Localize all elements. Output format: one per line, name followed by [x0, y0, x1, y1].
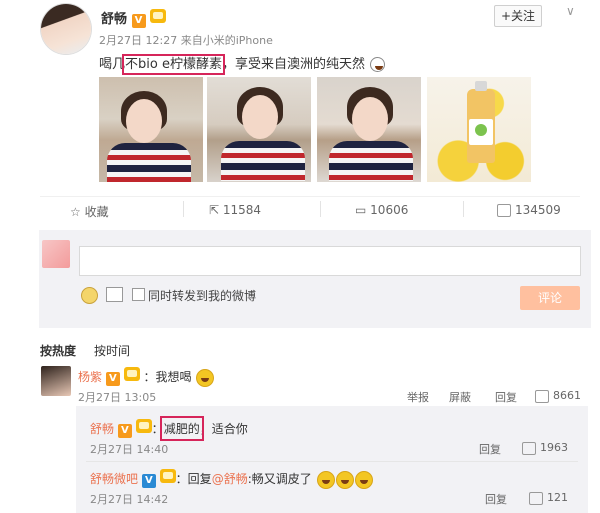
author-line: 舒畅 V [101, 8, 167, 28]
thumb-up-icon [535, 389, 549, 403]
post-text-end: ，享受来自澳洲的纯天然 [221, 57, 365, 72]
highlighted-product: 不bio e柠檬酵素 [122, 54, 225, 75]
post-time[interactable]: 2月27日 12:27 [99, 34, 177, 47]
reply-like[interactable]: 1963 [522, 441, 568, 455]
favorite-action[interactable]: ☆ 收藏 [70, 203, 109, 220]
repost-icon: ⇱ [209, 203, 220, 217]
reply-like-count: 121 [547, 491, 568, 504]
reply-like-count: 1963 [540, 441, 568, 454]
reply-divider [86, 461, 578, 462]
comment-like[interactable]: 8661 [535, 389, 581, 403]
tab-hot[interactable]: 按热度 [40, 342, 76, 359]
comment-input[interactable] [79, 246, 581, 276]
thumb-up-icon [522, 441, 536, 455]
reply-author[interactable]: 舒畅微吧 [90, 472, 138, 486]
comment-line: 杨紫 V ：我想喝 [78, 367, 215, 387]
author-avatar[interactable] [41, 4, 91, 54]
action-separator [320, 201, 321, 217]
post-source[interactable]: 来自小米的iPhone [181, 34, 273, 47]
comment-composer [39, 230, 591, 328]
action-separator [183, 201, 184, 217]
sync-repost-label: 同时转发到我的微博 [148, 289, 257, 303]
report-link[interactable]: 举报 [407, 389, 429, 405]
image-icon[interactable] [106, 287, 123, 302]
commenter-name[interactable]: 杨紫 [78, 370, 102, 384]
post-photo-4-product[interactable] [427, 77, 531, 182]
comment-count: 10606 [370, 203, 409, 217]
emoji-icon[interactable] [81, 287, 98, 304]
reply-author[interactable]: 舒畅 [90, 422, 114, 436]
laugh-emoji-icon [335, 470, 354, 489]
post-photo-2[interactable] [207, 77, 311, 182]
reply-link[interactable]: 回复 [495, 389, 517, 405]
comment-like-count: 8661 [553, 389, 581, 402]
comment-action[interactable]: ▭ 10606 [355, 203, 408, 217]
follow-label: +关注 [500, 9, 536, 23]
post-text: 喝几不bio e柠檬酵素 ，享受来自澳洲的纯天然 [99, 53, 386, 75]
repost-count: 11584 [222, 203, 262, 217]
highlighted-reply: 减肥的 [159, 416, 204, 441]
comment-icon: ▭ [355, 203, 367, 217]
verified-v-icon: V [141, 474, 156, 488]
author-name[interactable]: 舒畅 [101, 12, 127, 27]
verified-v-icon: V [131, 14, 146, 28]
submit-comment-button[interactable]: 评论 [520, 286, 580, 310]
laugh-emoji-icon [316, 470, 335, 489]
post-photo-1[interactable] [99, 77, 203, 182]
reply-time: 2月27日 14:40 [90, 443, 169, 456]
post-photo-3[interactable] [317, 77, 421, 182]
reply-text: :畅又调皮了 [247, 472, 312, 486]
laugh-emoji-icon [354, 470, 373, 489]
verified-v-icon: V [117, 424, 132, 438]
favorite-label: 收藏 [84, 205, 109, 219]
thumb-up-icon [529, 491, 543, 505]
reply-prefix: ：回复 [175, 472, 212, 486]
comment-time: 2月27日 13:05 [78, 391, 157, 404]
sync-repost-checkbox[interactable] [132, 288, 145, 301]
reply-text: ，适合你 [199, 422, 248, 436]
post-meta: 2月27日 12:27 来自小米的iPhone [99, 32, 273, 48]
reply-like[interactable]: 121 [529, 491, 568, 505]
thumb-up-icon [497, 204, 511, 217]
vip-crown-icon [159, 469, 176, 483]
my-avatar [42, 240, 70, 268]
chevron-down-icon[interactable]: ∨ [566, 4, 575, 18]
block-link[interactable]: 屏蔽 [449, 389, 471, 405]
comment-text: ：我想喝 [143, 370, 192, 384]
like-action[interactable]: 134509 [497, 203, 561, 217]
reply-link[interactable]: 回复 [479, 441, 501, 457]
highlight-box [159, 416, 204, 441]
vip-crown-icon [135, 419, 152, 433]
tab-time[interactable]: 按时间 [94, 342, 130, 359]
reply-link[interactable]: 回复 [485, 491, 507, 507]
commenter-avatar[interactable] [41, 366, 71, 396]
reply-line: 舒畅微吧 V ：回复@舒畅:畅又调皮了 [90, 469, 373, 489]
repost-action[interactable]: ⇱ 11584 [209, 203, 261, 217]
smile-emoji-icon [370, 57, 386, 72]
verified-v-icon: V [105, 372, 120, 386]
highlight-box [122, 54, 225, 75]
reply-line: 舒畅 V ：减肥的 ，适合你 [90, 416, 248, 441]
action-separator [463, 201, 464, 217]
vip-crown-icon [150, 9, 167, 23]
like-count: 134509 [515, 203, 561, 217]
follow-button[interactable]: +关注 [494, 5, 542, 27]
reply-time: 2月27日 14:42 [90, 493, 169, 506]
laugh-emoji-icon [196, 368, 215, 387]
vip-crown-icon [123, 367, 140, 381]
mention-link[interactable]: @舒畅 [212, 472, 248, 486]
